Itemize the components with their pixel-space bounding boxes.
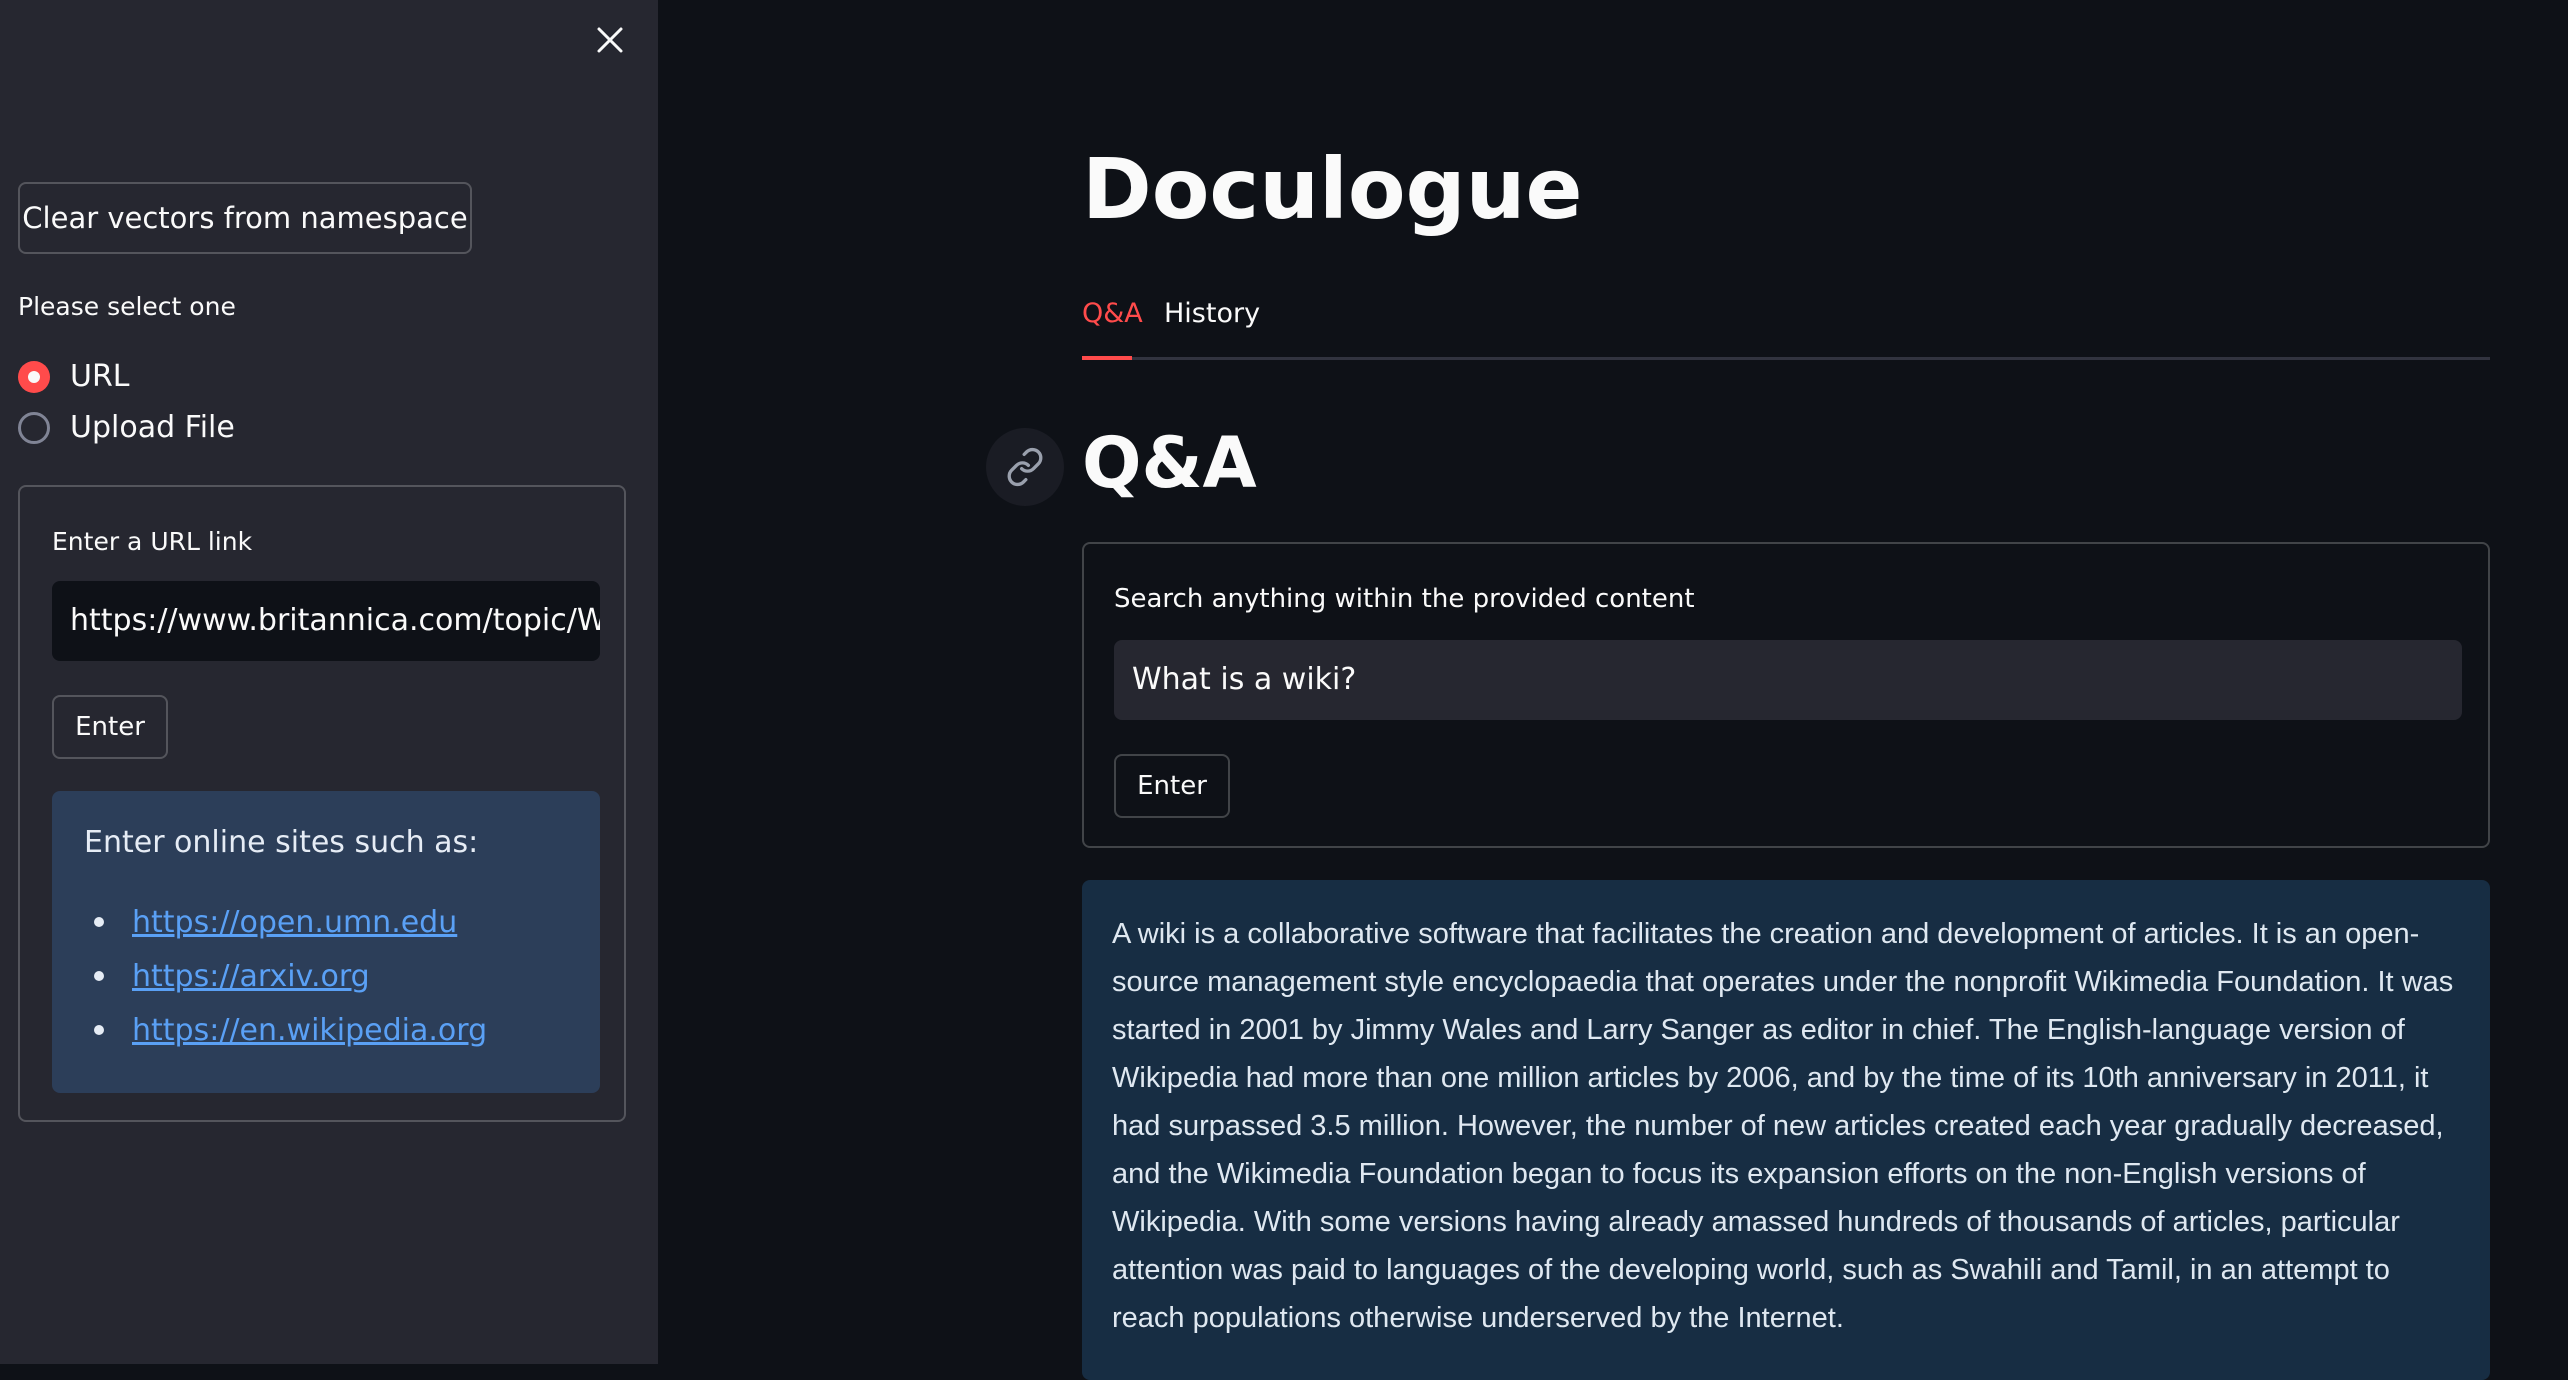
bullet-icon xyxy=(94,1025,104,1035)
list-item: https://arxiv.org xyxy=(84,949,487,1003)
radio-url-label: URL xyxy=(70,359,130,394)
page-title: Doculogue xyxy=(1082,140,1583,238)
answer-text: A wiki is a collaborative software that … xyxy=(1112,918,2454,1334)
list-item: https://open.umn.edu xyxy=(84,895,487,949)
radio-url-indicator[interactable] xyxy=(18,360,50,393)
url-enter-button[interactable]: Enter xyxy=(52,695,168,759)
anchor-link-button[interactable] xyxy=(986,428,1064,506)
site-link-wikipedia[interactable]: https://en.wikipedia.org xyxy=(132,1013,487,1048)
main-content: Doculogue Q&A History Q&A Search anythin… xyxy=(658,0,2568,1380)
info-title: Enter online sites such as: xyxy=(84,825,479,860)
tab-qa[interactable]: Q&A xyxy=(1082,298,1143,329)
section-heading: Q&A xyxy=(1082,422,1257,504)
search-enter-button[interactable]: Enter xyxy=(1114,754,1230,818)
info-box: Enter online sites such as: https://open… xyxy=(52,791,600,1093)
sidebar: Clear vectors from namespace Please sele… xyxy=(0,0,658,1364)
url-input[interactable]: https://www.britannica.com/topic/Wikiped… xyxy=(52,581,600,661)
site-link-open-umn[interactable]: https://open.umn.edu xyxy=(132,905,457,940)
tab-bar: Q&A History xyxy=(1082,292,2490,360)
search-label: Search anything within the provided cont… xyxy=(1114,584,1695,614)
radio-upload-file[interactable]: Upload File xyxy=(18,410,235,445)
search-form: Search anything within the provided cont… xyxy=(1082,542,2490,848)
close-icon xyxy=(597,27,623,53)
bullet-icon xyxy=(94,971,104,981)
answer-box: A wiki is a collaborative software that … xyxy=(1082,880,2490,1380)
close-sidebar-button[interactable] xyxy=(588,18,632,62)
url-label: Enter a URL link xyxy=(52,527,253,556)
bullet-icon xyxy=(94,917,104,927)
radio-upload-file-indicator[interactable] xyxy=(18,411,50,444)
select-label: Please select one xyxy=(18,292,236,321)
radio-upload-file-label: Upload File xyxy=(70,410,235,445)
tab-history[interactable]: History xyxy=(1164,298,1260,329)
tab-divider xyxy=(1082,357,2490,360)
tab-active-indicator xyxy=(1082,356,1132,360)
search-input[interactable]: What is a wiki? xyxy=(1114,640,2462,720)
radio-url[interactable]: URL xyxy=(18,359,130,394)
clear-vectors-button[interactable]: Clear vectors from namespace xyxy=(18,182,472,254)
link-icon xyxy=(1007,447,1043,487)
url-form: Enter a URL link https://www.britannica.… xyxy=(18,485,626,1122)
site-list: https://open.umn.edu https://arxiv.org h… xyxy=(84,895,487,1057)
site-link-arxiv[interactable]: https://arxiv.org xyxy=(132,959,370,994)
list-item: https://en.wikipedia.org xyxy=(84,1003,487,1057)
